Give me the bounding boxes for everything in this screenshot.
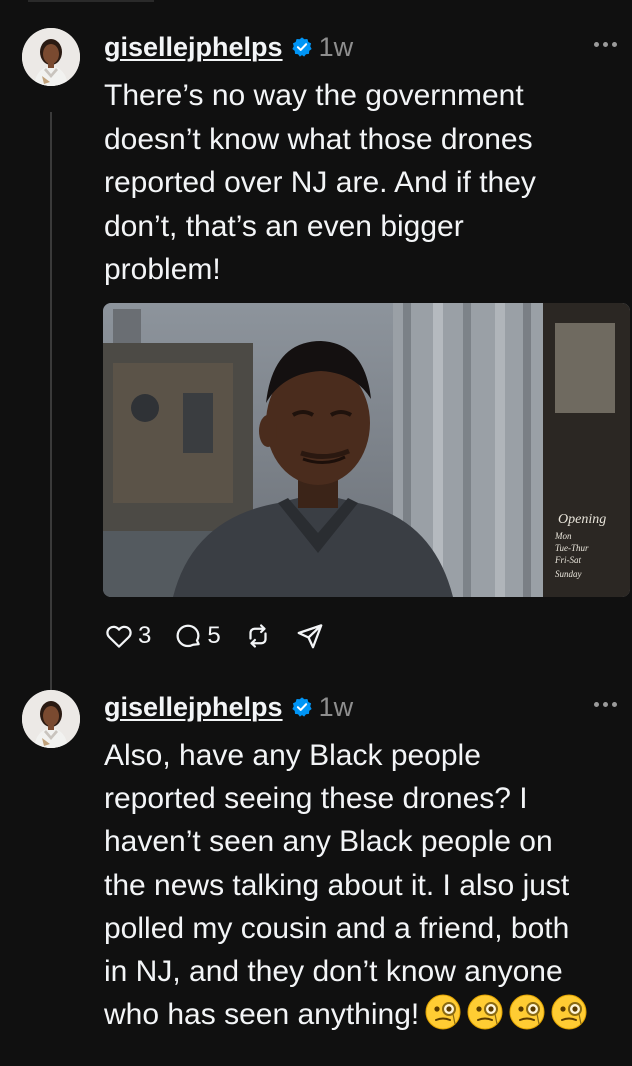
post-text-content: Also, have any Black people reported see… [104, 739, 570, 1032]
reply-count: 5 [207, 622, 221, 649]
post-timestamp: 1w [318, 31, 354, 62]
post-header: gisellejphelps 1w [104, 690, 353, 724]
post-timestamp: 1w [318, 691, 354, 722]
post-text: Also, have any Black people reported see… [104, 734, 624, 1036]
post-actions: 3 5 [104, 618, 347, 654]
like-count: 3 [138, 622, 152, 649]
face-with-monocle-emoji [551, 994, 587, 1030]
username-link[interactable]: gisellejphelps [104, 692, 283, 723]
face-with-monocle-emoji [509, 994, 545, 1030]
share-button[interactable] [295, 621, 325, 651]
thread-connector-line [50, 112, 52, 702]
reply-button[interactable]: 5 [173, 621, 221, 651]
like-button[interactable]: 3 [104, 621, 151, 651]
post-text: There’s no way the government doesn’t kn… [104, 79, 536, 286]
avatar[interactable] [22, 28, 80, 86]
avatar[interactable] [22, 690, 80, 748]
threads-page: gisellejphelps 1w There’s no way the gov… [0, 0, 632, 1066]
heart-icon [106, 625, 132, 648]
sign-line: Mon [554, 531, 572, 541]
emoji-group [419, 994, 587, 1031]
username-link[interactable]: gisellejphelps [104, 32, 283, 63]
face-with-monocle-emoji [425, 994, 461, 1030]
verified-badge-icon [291, 37, 312, 57]
repost-button[interactable] [243, 621, 273, 651]
repost-icon [249, 624, 267, 648]
sign-line: Opening [558, 512, 606, 527]
post-image[interactable]: Opening Mon Tue-Thur Fri-Sat Sunday [103, 303, 630, 597]
sign-line: Tue-Thur [555, 543, 589, 553]
more-options-icon[interactable] [594, 38, 620, 50]
comment-icon [176, 624, 201, 648]
sign-line: Fri-Sat [554, 555, 581, 565]
share-icon [297, 624, 323, 649]
sign-line: Sunday [555, 569, 582, 579]
more-options-icon[interactable] [594, 698, 620, 710]
face-with-monocle-emoji [467, 994, 503, 1030]
verified-badge-icon [291, 697, 312, 717]
top-divider [28, 0, 154, 2]
post-header: gisellejphelps 1w [104, 30, 353, 64]
